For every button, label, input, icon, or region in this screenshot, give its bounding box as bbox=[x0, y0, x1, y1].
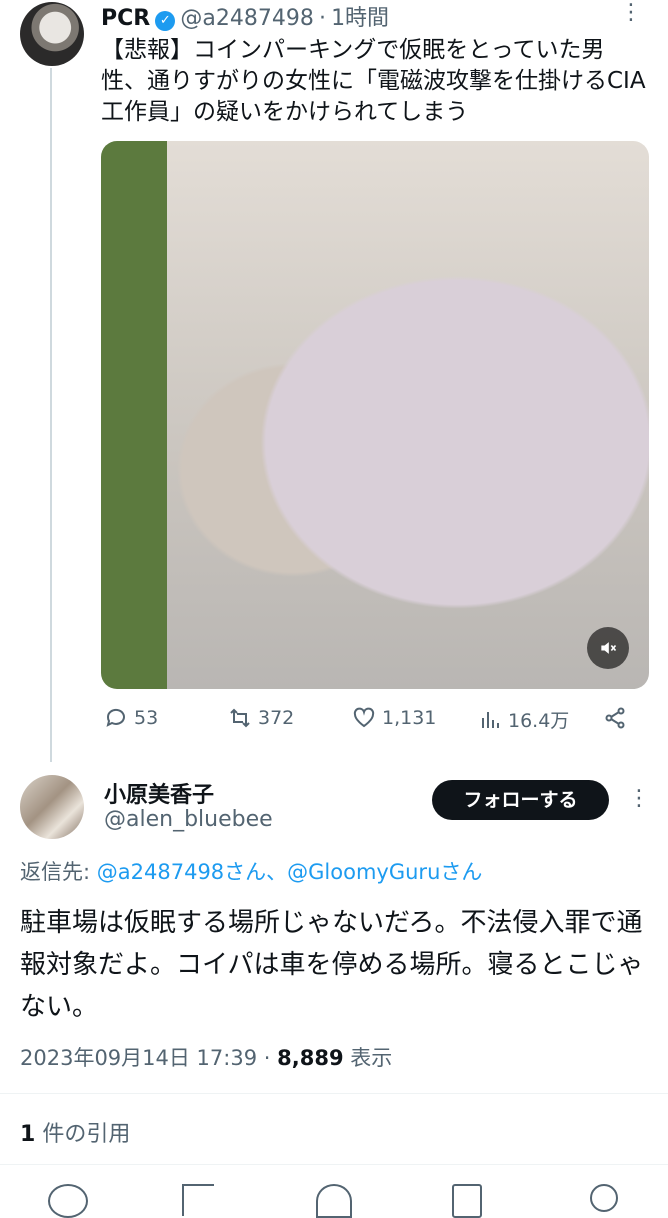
reply-count: 53 bbox=[134, 707, 159, 729]
quote-count: 1 bbox=[20, 1122, 36, 1147]
thread-line bbox=[50, 68, 52, 762]
quotes-link[interactable]: 1 件の引用 bbox=[20, 1116, 130, 1148]
display-name[interactable]: 小原美香子 bbox=[104, 777, 214, 809]
views-button[interactable]: 16.4万 bbox=[478, 706, 569, 733]
like-icon bbox=[353, 707, 375, 728]
avatar[interactable] bbox=[20, 2, 84, 66]
like-count: 1,131 bbox=[382, 707, 437, 729]
display-name[interactable]: PCR bbox=[101, 6, 150, 31]
reply-icon[interactable] bbox=[48, 1184, 88, 1218]
view-count: 8,889 bbox=[277, 1046, 344, 1070]
follow-button[interactable]: フォローする bbox=[432, 780, 609, 820]
like-icon[interactable] bbox=[316, 1184, 352, 1218]
like-button[interactable]: 1,131 bbox=[352, 706, 436, 730]
retweet-count: 372 bbox=[258, 707, 295, 729]
tweet-header: PCR ✓ @a2487498 · 1時間 bbox=[101, 6, 390, 31]
bookmark-icon[interactable] bbox=[452, 1184, 482, 1218]
verified-icon: ✓ bbox=[155, 10, 176, 31]
tweet-timestamp[interactable]: 2023年09月14日 17:39 bbox=[20, 1046, 257, 1070]
handle[interactable]: @a2487498 bbox=[180, 6, 313, 31]
mute-icon[interactable] bbox=[587, 627, 629, 669]
handle[interactable]: @alen_bluebee bbox=[104, 807, 273, 832]
divider bbox=[0, 1093, 668, 1094]
reply-icon bbox=[106, 708, 125, 727]
reply-button[interactable]: 53 bbox=[104, 706, 158, 730]
tweet-video[interactable] bbox=[101, 141, 649, 689]
avatar[interactable] bbox=[20, 775, 84, 839]
quote-label: 件の引用 bbox=[42, 1122, 131, 1147]
reply-mentions[interactable]: @a2487498さん、@GloomyGuruさん bbox=[97, 860, 483, 884]
views-icon bbox=[482, 711, 499, 728]
views-count: 16.4万 bbox=[508, 710, 570, 732]
view-label: 表示 bbox=[350, 1046, 393, 1070]
share-icon bbox=[605, 707, 625, 729]
tweet-text: 駐車場は仮眠する場所じゃないだろ。不法侵入罪で通報対象だよ。コイパは車を停める場… bbox=[20, 908, 644, 1022]
retweet-button[interactable]: 372 bbox=[228, 706, 294, 730]
retweet-icon bbox=[230, 708, 250, 728]
divider bbox=[0, 1164, 668, 1165]
tweet-meta: 2023年09月14日 17:39 · 8,889 表示 bbox=[20, 1046, 393, 1070]
tweet-text: 【悲報】コインパーキングで仮眠をとっていた男性、通りすがりの女性に「電磁波攻撃を… bbox=[101, 37, 646, 125]
reply-prefix: 返信先: bbox=[20, 860, 91, 884]
more-icon[interactable]: ⋮ bbox=[628, 786, 650, 811]
retweet-icon[interactable] bbox=[182, 1184, 214, 1216]
timestamp[interactable]: 1時間 bbox=[331, 6, 389, 31]
reply-context: 返信先: @a2487498さん、@GloomyGuruさん bbox=[20, 856, 482, 886]
share-icon[interactable] bbox=[590, 1184, 618, 1212]
more-icon[interactable]: ⋮ bbox=[620, 0, 642, 25]
share-button[interactable] bbox=[603, 706, 627, 730]
